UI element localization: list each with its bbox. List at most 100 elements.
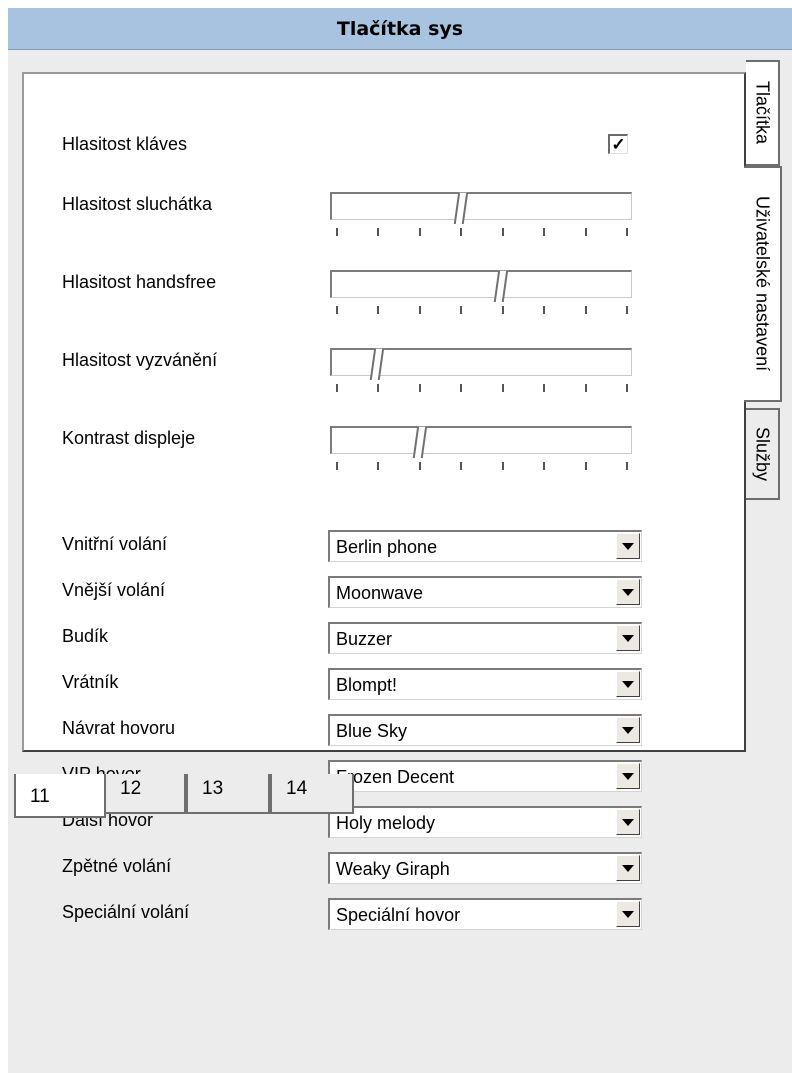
slider-tick xyxy=(626,384,628,392)
slider-tick xyxy=(626,306,628,314)
dialog-window: Hlasitost kláves ✓ Hlasitost sluchátka Hl… xyxy=(8,50,792,1073)
ringtone-select[interactable]: Speciální hovor xyxy=(328,898,642,930)
ringtone-label: Vnější volání xyxy=(62,580,166,600)
ringtone-label: Speciální volání xyxy=(62,902,190,922)
slider-tick xyxy=(543,228,546,236)
settings-panel: Hlasitost kláves ✓ Hlasitost sluchátka Hl… xyxy=(22,72,746,930)
ringtone-select[interactable]: Holy melody xyxy=(328,806,642,838)
slider-track[interactable] xyxy=(330,270,632,298)
tab-13-label: 13 xyxy=(202,778,224,799)
chevron-down-icon xyxy=(622,588,634,596)
window-title: Tlačítka sys xyxy=(336,17,464,40)
ringtone-value: Berlin phone xyxy=(336,537,438,557)
slider-tick xyxy=(336,306,338,314)
slider-tick xyxy=(336,228,338,236)
tab-14[interactable]: 14 xyxy=(270,774,354,814)
slider-tick xyxy=(584,306,587,314)
ringtone-select[interactable]: Blue Sky xyxy=(328,714,642,746)
ringtone-value: Speciální hovor xyxy=(336,905,461,925)
ringtone-label: Vnitřní volání xyxy=(62,534,168,554)
dropdown-button[interactable] xyxy=(616,901,640,927)
slider-tick xyxy=(418,384,421,392)
ringtone-select[interactable]: Berlin phone xyxy=(328,530,642,562)
slider-label: Hlasitost handsfree xyxy=(62,272,217,292)
dropdown-button[interactable] xyxy=(616,763,640,789)
dropdown-button[interactable] xyxy=(616,855,640,881)
tab-13[interactable]: 13 xyxy=(186,774,270,814)
ringtone-value: Holy melody xyxy=(336,813,436,833)
slider-tick xyxy=(501,462,504,470)
check-icon: ✓ xyxy=(611,135,626,154)
tab-12[interactable]: 12 xyxy=(104,774,186,814)
slider-tick xyxy=(418,462,421,470)
dropdown-button[interactable] xyxy=(616,579,640,605)
slider-tick xyxy=(460,228,463,236)
chevron-down-icon xyxy=(622,818,634,826)
slider-tick xyxy=(418,228,421,236)
ringtone-select[interactable]: Blompt! xyxy=(328,668,642,700)
slider-tick xyxy=(584,384,587,392)
dropdown-button[interactable] xyxy=(616,809,640,835)
slider-tick xyxy=(543,462,546,470)
slider-tick xyxy=(501,306,504,314)
slider-tick xyxy=(377,384,380,392)
slider-tick xyxy=(377,462,380,470)
ringtone-select[interactable]: Buzzer xyxy=(328,622,642,654)
key-volume-checkbox[interactable]: ✓ xyxy=(608,134,628,154)
chevron-down-icon xyxy=(622,542,634,550)
key-volume-label: Hlasitost kláves xyxy=(62,134,188,154)
title-bar: Tlačítka sys xyxy=(8,8,792,50)
tab-uzivatelske-nastaveni[interactable]: Uživatelské nastavení xyxy=(744,166,782,402)
slider-tick xyxy=(501,228,504,236)
ringtone-label: Budík xyxy=(62,626,109,646)
ringtone-value: Weaky Giraph xyxy=(336,859,450,879)
chevron-down-icon xyxy=(622,910,634,918)
slider-tick xyxy=(377,228,380,236)
slider-tick xyxy=(501,384,504,392)
ringtone-select[interactable]: Moonwave xyxy=(328,576,642,608)
dropdown-button[interactable] xyxy=(616,625,640,651)
chevron-down-icon xyxy=(622,634,634,642)
ringtone-label: Návrat hovoru xyxy=(62,718,176,738)
dropdown-button[interactable] xyxy=(616,533,640,559)
slider-tick xyxy=(336,462,338,470)
slider-track[interactable] xyxy=(330,426,632,454)
slider-label: Kontrast displeje xyxy=(62,428,196,448)
slider-tick xyxy=(626,462,628,470)
slider-label: Hlasitost sluchátka xyxy=(62,194,213,214)
slider-tick xyxy=(584,228,587,236)
slider-track[interactable] xyxy=(330,192,632,220)
tab-uzivatelske-nastaveni-label: Uživatelské nastavení xyxy=(752,196,773,372)
chevron-down-icon xyxy=(622,864,634,872)
slider-tick xyxy=(460,306,463,314)
ringtone-value: Buzzer xyxy=(336,629,393,649)
ringtone-value: Blue Sky xyxy=(336,721,408,741)
tab-12-label: 12 xyxy=(120,778,142,799)
dropdown-button[interactable] xyxy=(616,671,640,697)
tab-sluzby-label: Služby xyxy=(752,426,773,482)
slider-tick xyxy=(377,306,380,314)
volume-slider[interactable] xyxy=(330,270,632,326)
tab-11[interactable]: 11 xyxy=(14,774,106,818)
chevron-down-icon xyxy=(622,772,634,780)
chevron-down-icon xyxy=(622,726,634,734)
ringtone-value: Blompt! xyxy=(336,675,398,695)
ringtone-label: Vrátník xyxy=(62,672,119,692)
ringtone-value: Moonwave xyxy=(336,583,424,603)
slider-tick xyxy=(460,462,463,470)
slider-tick xyxy=(543,306,546,314)
ringtone-select[interactable]: Frozen Decent xyxy=(328,760,642,792)
slider-label: Hlasitost vyzvánění xyxy=(62,350,218,370)
slider-tick xyxy=(584,462,587,470)
volume-slider[interactable] xyxy=(330,348,632,404)
tab-sluzby[interactable]: Služby xyxy=(746,408,780,500)
volume-slider[interactable] xyxy=(330,426,632,482)
slider-tick xyxy=(626,228,628,236)
slider-tick xyxy=(543,384,546,392)
tab-tlacitka-label: Tlačítka xyxy=(752,81,773,145)
tab-11-label: 11 xyxy=(30,786,50,807)
ringtone-select[interactable]: Weaky Giraph xyxy=(328,852,642,884)
dropdown-button[interactable] xyxy=(616,717,640,743)
volume-slider[interactable] xyxy=(330,192,632,248)
tab-tlacitka[interactable]: Tlačítka xyxy=(746,60,780,166)
